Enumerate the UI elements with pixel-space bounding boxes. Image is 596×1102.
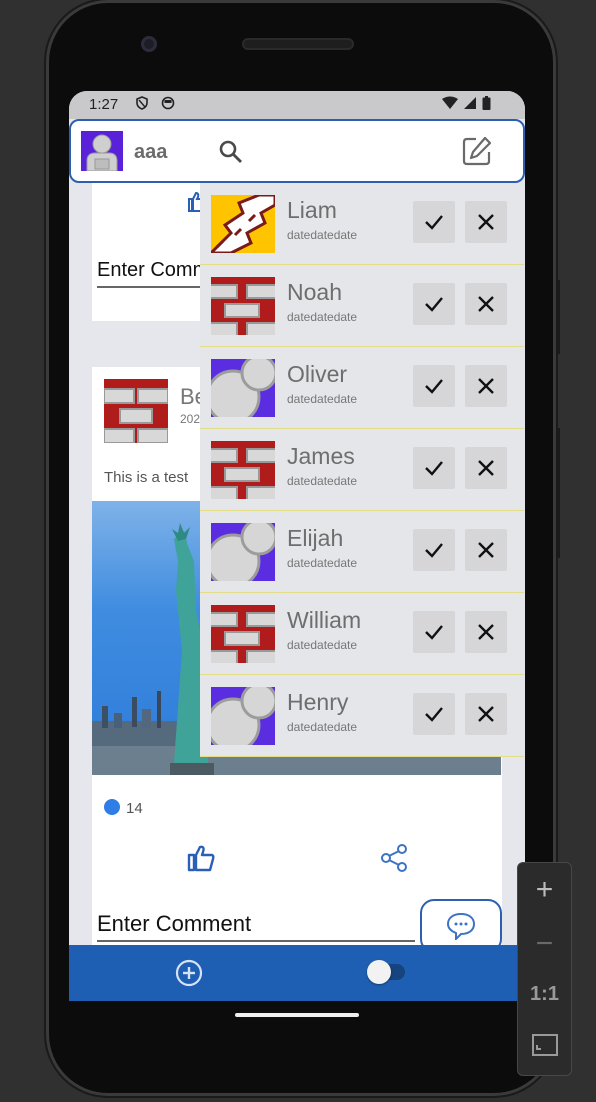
requester-name: William: [287, 607, 362, 633]
front-camera: [141, 36, 157, 52]
decline-button[interactable]: [465, 529, 507, 571]
friend-request-row: Henry datedatedate: [200, 675, 524, 757]
username: aaa: [134, 141, 168, 163]
request-date: datedatedate: [287, 228, 358, 242]
requester-name: James: [287, 443, 355, 469]
comment-underline: [97, 940, 415, 942]
friend-request-row: Elijah datedatedate: [200, 511, 524, 593]
friend-request-row: Oliver datedatedate: [200, 347, 524, 429]
accept-button[interactable]: [413, 611, 455, 653]
request-date: datedatedate: [287, 720, 358, 734]
accept-button[interactable]: [413, 529, 455, 571]
home-indicator[interactable]: [235, 1013, 359, 1017]
like-count: 14: [104, 799, 143, 817]
request-date: datedatedate: [287, 474, 358, 488]
accept-button[interactable]: [413, 283, 455, 325]
edit-icon[interactable]: [461, 135, 493, 167]
wifi-icon: [442, 96, 458, 109]
shield-icon: [136, 96, 148, 110]
decline-button[interactable]: [465, 365, 507, 407]
requester-avatar[interactable]: [211, 605, 275, 663]
post-body: This is a test: [104, 469, 189, 486]
friend-request-list: Liam datedatedate Noah datedatedate Oliver da…: [200, 183, 524, 757]
face-icon: [161, 96, 175, 110]
requester-avatar[interactable]: [211, 687, 275, 745]
comment-input[interactable]: Enter Comment: [97, 911, 251, 937]
comment-underline: [97, 286, 201, 288]
accept-button[interactable]: [413, 201, 455, 243]
actual-size-button[interactable]: 1:1: [518, 983, 571, 1006]
decline-button[interactable]: [465, 447, 507, 489]
user-avatar[interactable]: [81, 131, 123, 171]
bottom-nav: [69, 945, 525, 1001]
requester-avatar[interactable]: [211, 523, 275, 581]
zoom-out-button[interactable]: −: [518, 927, 571, 961]
requester-avatar[interactable]: [211, 277, 275, 335]
requester-name: Henry: [287, 689, 349, 715]
fit-screen-button[interactable]: [518, 1033, 571, 1062]
accept-button[interactable]: [413, 693, 455, 735]
requester-avatar[interactable]: [211, 359, 275, 417]
friend-request-row: William datedatedate: [200, 593, 524, 675]
like-icon[interactable]: [187, 191, 201, 213]
accept-button[interactable]: [413, 447, 455, 489]
comment-input[interactable]: Enter Comm: [97, 259, 209, 282]
decline-button[interactable]: [465, 611, 507, 653]
requester-avatar[interactable]: [211, 195, 275, 253]
poster-avatar: [104, 379, 168, 443]
add-post-icon[interactable]: [175, 959, 203, 987]
toggle-knob: [367, 960, 391, 984]
requester-name: Elijah: [287, 525, 344, 551]
post-card: Enter Comm: [92, 179, 209, 321]
zoom-in-button[interactable]: +: [518, 873, 571, 907]
like-button-icon[interactable]: [186, 843, 216, 873]
volume-button: [556, 428, 560, 558]
request-date: datedatedate: [287, 556, 358, 570]
accept-button[interactable]: [413, 365, 455, 407]
requester-name: Oliver: [287, 361, 348, 387]
share-icon[interactable]: [379, 843, 409, 873]
status-time: 1:27: [89, 96, 119, 113]
status-bar: 1:27: [69, 91, 525, 119]
decline-button[interactable]: [465, 201, 507, 243]
search-icon[interactable]: [218, 139, 244, 165]
friend-request-row: James datedatedate: [200, 429, 524, 511]
decline-button[interactable]: [465, 283, 507, 325]
app-top-bar: aaa: [69, 119, 525, 183]
like-badge-icon: [104, 799, 120, 815]
theme-toggle[interactable]: [367, 960, 405, 984]
request-date: datedatedate: [287, 638, 358, 652]
power-button: [556, 280, 560, 354]
request-date: datedatedate: [287, 392, 358, 406]
battery-icon: [482, 96, 491, 110]
signal-icon: [464, 97, 476, 109]
chat-bubble-icon: [446, 912, 476, 940]
fit-screen-icon: [531, 1034, 558, 1056]
decline-button[interactable]: [465, 693, 507, 735]
friend-request-row: Liam datedatedate: [200, 183, 524, 265]
post-date: 202: [180, 412, 201, 426]
earpiece-speaker: [242, 38, 354, 50]
friend-request-row: Noah datedatedate: [200, 265, 524, 347]
requester-name: Noah: [287, 279, 342, 305]
request-date: datedatedate: [287, 310, 358, 324]
requester-avatar[interactable]: [211, 441, 275, 499]
app-screen: 1:27 Enter Comm Be 202 This is a test 14…: [69, 91, 525, 1001]
requester-name: Liam: [287, 197, 337, 223]
emulator-toolbar: + − 1:1: [517, 862, 572, 1076]
